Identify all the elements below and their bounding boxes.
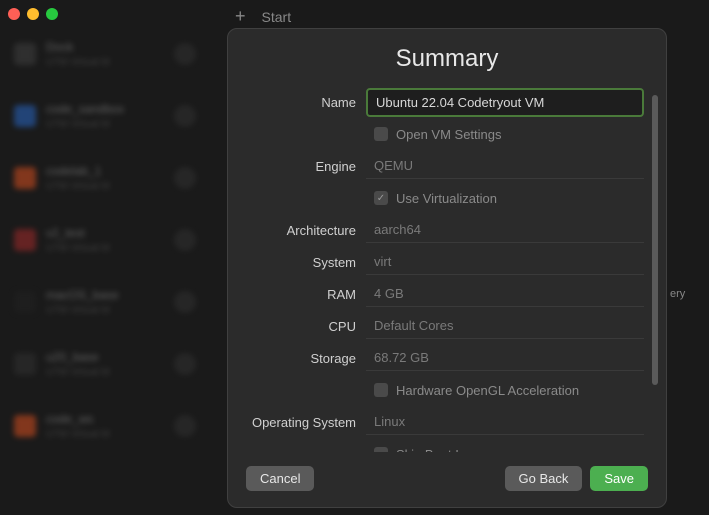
sidebar-item-vm[interactable]: Dock UTM Virtual M [0, 30, 210, 78]
sidebar-item-vm[interactable]: u20_base UTM Virtual M [0, 340, 210, 388]
engine-label: Engine [238, 159, 366, 174]
vm-icon [14, 291, 36, 313]
engine-value: QEMU [366, 153, 644, 179]
storage-value: 68.72 GB [366, 345, 644, 371]
ram-label: RAM [238, 287, 366, 302]
os-label: Operating System [238, 415, 366, 430]
vm-icon [14, 229, 36, 251]
vm-subtitle: UTM Virtual M [46, 119, 124, 130]
skip-boot-checkbox[interactable] [374, 447, 388, 452]
hw-opengl-label: Hardware OpenGL Acceleration [396, 383, 579, 398]
vm-name: macOS_base [46, 288, 119, 302]
minimize-window-button[interactable] [27, 8, 39, 20]
vm-name: v2_test [46, 226, 110, 240]
sidebar-item-vm[interactable]: code_ws UTM Virtual M [0, 402, 210, 450]
scrollbar-thumb[interactable] [652, 95, 658, 385]
maximize-window-button[interactable] [46, 8, 58, 20]
vm-subtitle: UTM Virtual M [46, 57, 110, 68]
vm-name: Dock [46, 40, 110, 54]
close-window-button[interactable] [8, 8, 20, 20]
cancel-button[interactable]: Cancel [246, 466, 314, 491]
vm-name: codelab_1 [46, 164, 110, 178]
vm-sidebar: Dock UTM Virtual M code_sandbox UTM Virt… [0, 30, 210, 515]
open-vm-settings-checkbox[interactable] [374, 127, 388, 141]
sidebar-item-vm[interactable]: code_sandbox UTM Virtual M [0, 92, 210, 140]
vm-play-button[interactable] [174, 167, 196, 189]
vm-icon [14, 415, 36, 437]
skip-boot-label: Skip Boot Image [396, 447, 491, 453]
vm-name: u20_base [46, 350, 110, 364]
name-input[interactable] [366, 88, 644, 117]
vm-play-button[interactable] [174, 353, 196, 375]
vm-play-button[interactable] [174, 43, 196, 65]
modal-title: Summary [228, 29, 666, 87]
summary-modal: Summary Name Open VM Settings Engine QEM… [227, 28, 667, 508]
vm-name: code_ws [46, 412, 110, 426]
architecture-label: Architecture [238, 223, 366, 238]
toolbar: + Start [235, 6, 291, 27]
vm-icon [14, 43, 36, 65]
sidebar-item-vm[interactable]: v2_test UTM Virtual M [0, 216, 210, 264]
use-virtualization-label: Use Virtualization [396, 191, 497, 206]
save-button[interactable]: Save [590, 466, 648, 491]
vm-play-button[interactable] [174, 291, 196, 313]
add-vm-icon[interactable]: + [235, 6, 246, 27]
ram-value: 4 GB [366, 281, 644, 307]
vm-subtitle: UTM Virtual M [46, 305, 119, 316]
window-traffic-lights [8, 8, 58, 20]
vm-play-button[interactable] [174, 105, 196, 127]
modal-footer: Cancel Go Back Save [228, 452, 666, 507]
vm-name: code_sandbox [46, 102, 124, 116]
open-vm-settings-label: Open VM Settings [396, 127, 502, 142]
vm-play-button[interactable] [174, 415, 196, 437]
sidebar-item-vm[interactable]: macOS_base UTM Virtual M [0, 278, 210, 326]
system-value: virt [366, 249, 644, 275]
cpu-value: Default Cores [366, 313, 644, 339]
vm-subtitle: UTM Virtual M [46, 243, 110, 254]
vm-subtitle: UTM Virtual M [46, 367, 110, 378]
vm-subtitle: UTM Virtual M [46, 181, 110, 192]
os-value: Linux [366, 409, 644, 435]
hw-opengl-checkbox[interactable] [374, 383, 388, 397]
vm-icon [14, 353, 36, 375]
vm-icon [14, 167, 36, 189]
sidebar-item-vm[interactable]: codelab_1 UTM Virtual M [0, 154, 210, 202]
cpu-label: CPU [238, 319, 366, 334]
system-label: System [238, 255, 366, 270]
vm-subtitle: UTM Virtual M [46, 429, 110, 440]
start-button[interactable]: Start [262, 9, 292, 25]
go-back-button[interactable]: Go Back [505, 466, 583, 491]
background-text-fragment: ery [670, 288, 685, 300]
modal-body: Name Open VM Settings Engine QEMU [228, 87, 666, 452]
use-virtualization-checkbox[interactable] [374, 191, 388, 205]
name-label: Name [238, 95, 366, 110]
vm-play-button[interactable] [174, 229, 196, 251]
vm-icon [14, 105, 36, 127]
storage-label: Storage [238, 351, 366, 366]
architecture-value: aarch64 [366, 217, 644, 243]
